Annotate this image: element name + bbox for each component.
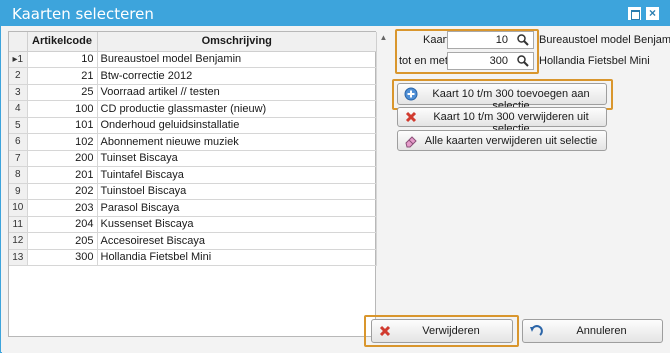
omschrijving-cell[interactable]: Tuinset Biscaya <box>97 150 377 167</box>
omschrijving-cell[interactable]: Btw-correctie 2012 <box>97 67 377 85</box>
table-row[interactable]: 10 203 Parasol Biscaya <box>9 199 377 217</box>
artikelcode-cell[interactable]: 102 <box>27 133 98 151</box>
artikelcode-cell[interactable]: 205 <box>27 232 98 250</box>
table-row[interactable]: ▸1 10 Bureaustoel model Benjamin <box>9 51 377 68</box>
title-bar: Kaarten selecteren × <box>1 1 669 26</box>
row-number: 11 <box>9 216 28 233</box>
dialog-window: Kaarten selecteren × Artikelcode Omschri… <box>0 0 670 353</box>
table-row[interactable]: 13 300 Hollandia Fietsbel Mini <box>9 249 377 266</box>
artikelcode-cell[interactable]: 100 <box>27 100 98 118</box>
clear-selection-button[interactable]: Alle kaarten verwijderen uit selectie <box>397 130 607 151</box>
artikelcode-cell[interactable]: 200 <box>27 150 98 167</box>
omschrijving-cell[interactable]: Abonnement nieuwe muziek <box>97 133 377 151</box>
row-number: ▸1 <box>9 51 28 68</box>
row-number: 10 <box>9 199 28 217</box>
table-row[interactable]: 8 201 Tuintafel Biscaya <box>9 166 377 184</box>
artikelcode-cell[interactable]: 300 <box>27 249 98 266</box>
magnifier-icon[interactable] <box>516 33 530 47</box>
omschrijving-cell[interactable]: Kussenset Biscaya <box>97 216 377 233</box>
add-to-selection-button[interactable]: Kaart 10 t/m 300 toevoegen aan selectie <box>397 83 607 112</box>
totmet-description: Hollandia Fietsbel Mini <box>539 55 650 67</box>
row-number: 4 <box>9 100 28 118</box>
artikelcode-cell[interactable]: 201 <box>27 166 98 184</box>
table-row[interactable]: 5 101 Onderhoud geluidsinstallatie <box>9 117 377 134</box>
row-number: 6 <box>9 133 28 151</box>
table-row[interactable]: 3 25 Voorraad artikel // testen <box>9 84 377 101</box>
row-number: 5 <box>9 117 28 134</box>
kaart-label: Kaart <box>423 34 450 46</box>
omschrijving-cell[interactable]: Onderhoud geluidsinstallatie <box>97 117 377 134</box>
artikelcode-cell[interactable]: 21 <box>27 67 98 85</box>
totmet-value: 300 <box>489 55 508 67</box>
clear-selection-label: Alle kaarten verwijderen uit selectie <box>424 135 598 147</box>
table-row[interactable]: 4 100 CD productie glassmaster (nieuw) <box>9 100 377 118</box>
omschrijving-cell[interactable]: Bureaustoel model Benjamin <box>97 51 377 68</box>
close-icon[interactable]: × <box>646 6 659 20</box>
kaart-description: Bureaustoel model Benjamin <box>539 34 670 46</box>
row-number: 2 <box>9 67 28 85</box>
totmet-field[interactable]: 300 <box>447 52 534 70</box>
remove-from-selection-button[interactable]: Kaart 10 t/m 300 verwijderen uit selecti… <box>397 107 607 135</box>
dialog-content: Artikelcode Omschrijving ▸1 10 Bureausto… <box>2 26 670 353</box>
artikelcode-cell[interactable]: 101 <box>27 117 98 134</box>
maximize-icon[interactable] <box>628 7 641 20</box>
window-title: Kaarten selecteren <box>12 5 154 23</box>
vertical-scrollbar[interactable]: ▲ ▼ <box>377 31 390 337</box>
omschrijving-cell[interactable]: Tuinstoel Biscaya <box>97 183 377 200</box>
omschrijving-cell[interactable]: Tuintafel Biscaya <box>97 166 377 184</box>
table-row[interactable]: 11 204 Kussenset Biscaya <box>9 216 377 233</box>
omschrijving-cell[interactable]: Hollandia Fietsbel Mini <box>97 249 377 266</box>
artikelcode-cell[interactable]: 203 <box>27 199 98 217</box>
column-header-omschrijving[interactable]: Omschrijving <box>97 32 377 52</box>
artikelcode-cell[interactable]: 25 <box>27 84 98 101</box>
cancel-button[interactable]: Annuleren <box>522 319 663 343</box>
omschrijving-cell[interactable]: CD productie glassmaster (nieuw) <box>97 100 377 118</box>
table-row[interactable]: 7 200 Tuinset Biscaya <box>9 150 377 167</box>
row-number: 7 <box>9 150 28 167</box>
row-number: 3 <box>9 84 28 101</box>
omschrijving-cell[interactable]: Parasol Biscaya <box>97 199 377 217</box>
grid-header-row: Artikelcode Omschrijving <box>9 32 377 52</box>
artikelcode-cell[interactable]: 10 <box>27 51 98 68</box>
scroll-up-icon[interactable]: ▲ <box>377 33 390 42</box>
column-header-artikelcode[interactable]: Artikelcode <box>27 32 98 52</box>
row-number: 13 <box>9 249 28 266</box>
table-row[interactable]: 6 102 Abonnement nieuwe muziek <box>9 133 377 151</box>
row-indicator-header <box>9 32 28 52</box>
artikelcode-cell[interactable]: 204 <box>27 216 98 233</box>
totmet-label: tot en met <box>399 55 448 67</box>
row-number: 8 <box>9 166 28 184</box>
kaart-field[interactable]: 10 <box>447 31 534 49</box>
table-row[interactable]: 12 205 Accesoireset Biscaya <box>9 232 377 250</box>
row-number: 12 <box>9 232 28 250</box>
row-number: 9 <box>9 183 28 200</box>
magnifier-icon[interactable] <box>516 54 530 68</box>
table-row[interactable]: 9 202 Tuinstoel Biscaya <box>9 183 377 200</box>
delete-button[interactable]: Verwijderen <box>371 319 513 343</box>
cancel-label: Annuleren <box>576 325 627 337</box>
article-grid: Artikelcode Omschrijving ▸1 10 Bureausto… <box>8 31 377 337</box>
delete-label: Verwijderen <box>422 325 480 337</box>
artikelcode-cell[interactable]: 202 <box>27 183 98 200</box>
omschrijving-cell[interactable]: Voorraad artikel // testen <box>97 84 377 101</box>
table-row[interactable]: 2 21 Btw-correctie 2012 <box>9 67 377 85</box>
omschrijving-cell[interactable]: Accesoireset Biscaya <box>97 232 377 250</box>
kaart-value: 10 <box>495 34 508 46</box>
